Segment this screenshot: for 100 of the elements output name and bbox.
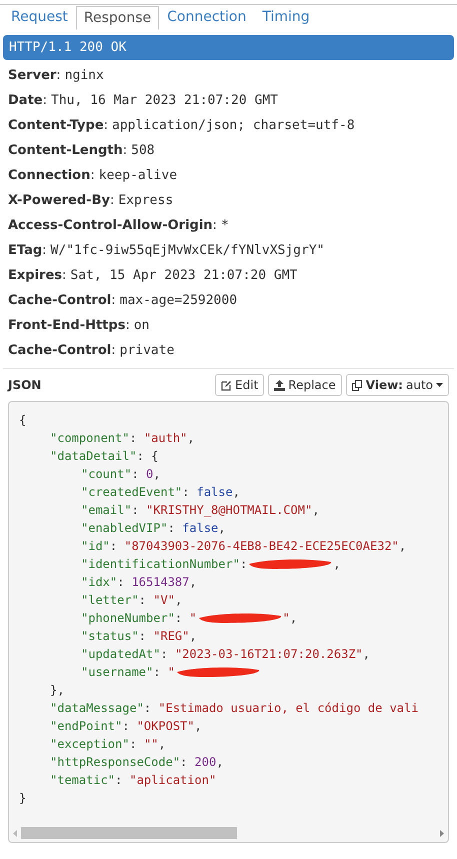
json-key: "identificationNumber"	[81, 555, 240, 573]
header-name: Content-Length	[8, 142, 123, 160]
tab[interactable]: Response	[76, 6, 160, 30]
json-punct: ,	[194, 718, 202, 735]
json-key: "component"	[50, 429, 130, 447]
json-key: "id"	[81, 537, 110, 555]
colon: :	[111, 342, 116, 360]
json-punct: ,	[232, 484, 240, 501]
tab[interactable]: Request	[3, 5, 76, 29]
json-key: "endPoint"	[50, 717, 122, 735]
header-value: on	[134, 316, 150, 335]
tab[interactable]: Connection	[159, 5, 254, 29]
header-value: nginx	[64, 66, 104, 85]
header-value: private	[120, 342, 174, 360]
colon: :	[62, 266, 66, 285]
edit-button[interactable]: Edit	[215, 374, 264, 396]
header-name: Date	[8, 92, 43, 110]
json-number: 0	[146, 466, 154, 483]
colon: :	[122, 142, 128, 160]
replace-button[interactable]: Replace	[268, 374, 342, 396]
json-punct: :	[117, 574, 126, 591]
json-number: 200	[194, 754, 216, 771]
header-value: W/"1fc-9iw55qEjMvWxCEk/fYNlvXSjgrY"	[50, 242, 324, 260]
json-number: 16514387	[132, 574, 190, 591]
json-key: "updatedAt"	[81, 645, 160, 663]
json-key: "status"	[81, 627, 139, 645]
json-string: "2023-03-16T21:07:20.263Z"	[174, 646, 363, 663]
json-punct: ,	[189, 628, 197, 645]
json-punct: },	[50, 682, 64, 699]
header-value: keep-alive	[98, 166, 178, 185]
upload-icon	[274, 380, 286, 390]
json-string: "OKPOST"	[136, 718, 194, 735]
json-punct: : {	[136, 448, 158, 465]
colon: :	[111, 292, 116, 310]
colon: :	[42, 92, 47, 110]
tab[interactable]: Timing	[254, 5, 318, 29]
colon: :	[125, 316, 130, 335]
json-punct: :	[144, 700, 152, 717]
json-string: "87043903-2076-4EB8-BE42-ECE25EC0AE32"	[124, 538, 399, 555]
edit-icon	[221, 380, 232, 390]
scroll-left-icon[interactable]	[13, 830, 17, 836]
json-punct: ,	[398, 538, 406, 555]
json-punct: :	[138, 592, 148, 609]
header-name: Connection	[8, 166, 90, 185]
json-punct: :	[240, 556, 248, 573]
json-punct: ,	[174, 592, 182, 609]
header-value: 508	[131, 142, 155, 160]
json-punct: :	[174, 610, 184, 627]
json-string: "	[168, 664, 175, 681]
copy-icon	[352, 380, 363, 390]
json-punct: :	[115, 772, 124, 789]
header-value: Sat, 15 Apr 2023 21:07:20 GMT	[70, 266, 298, 285]
json-punct: :	[160, 646, 169, 663]
json-punct: :	[138, 628, 148, 645]
json-key: "dataDetail"	[50, 447, 137, 465]
json-key: "letter"	[81, 591, 139, 609]
json-string: "V"	[153, 592, 175, 609]
json-punct: ,	[312, 502, 320, 519]
scrollbar-thumb[interactable]	[21, 827, 237, 839]
header-value: application/json; charset=utf-8	[112, 116, 355, 135]
json-key: "phoneNumber"	[81, 609, 175, 627]
header-value: max-age=2592000	[120, 292, 238, 310]
json-punct: ,	[189, 574, 197, 591]
header-name: X-Powered-By	[8, 192, 110, 210]
json-punct: :	[182, 484, 190, 501]
colon: :	[212, 216, 217, 235]
header-value: *	[220, 216, 229, 235]
json-punct: ,	[333, 556, 340, 573]
view-button[interactable]: View: auto	[346, 374, 449, 396]
header-name: Access-Control-Allow-Origin	[8, 216, 213, 235]
scroll-right-icon[interactable]	[440, 830, 444, 836]
json-punct: :	[132, 466, 140, 483]
colon: :	[56, 66, 61, 85]
caret-icon	[436, 383, 443, 387]
json-punct: :	[180, 754, 188, 771]
json-string: "aplication"	[129, 772, 216, 789]
colon: :	[90, 166, 95, 185]
json-string: "REG"	[153, 628, 190, 645]
json-string: "	[282, 610, 290, 627]
json-punct: ,	[290, 610, 298, 627]
json-key: "username"	[81, 663, 154, 681]
json-punct: }	[19, 790, 26, 807]
header-name: Cache-Control	[8, 292, 112, 310]
json-punct: {	[19, 412, 26, 429]
colon: :	[42, 242, 47, 260]
json-punct: ,	[153, 466, 160, 483]
json-key: "tematic"	[50, 771, 116, 789]
json-key: "idx"	[81, 573, 118, 591]
json-punct: :	[129, 430, 138, 447]
header-value: Express	[118, 192, 174, 210]
colon: :	[104, 116, 108, 135]
json-punct: ,	[187, 430, 195, 447]
json-string: ""	[144, 736, 158, 753]
header-value: Thu, 16 Mar 2023 21:07:20 GMT	[51, 92, 278, 110]
json-punct: ,	[158, 736, 166, 753]
json-key: "createdEvent"	[81, 483, 182, 501]
header-name: Content-Type	[8, 116, 104, 135]
json-punct: :	[153, 664, 162, 681]
colon: :	[110, 192, 114, 210]
json-key: "dataMessage"	[50, 699, 144, 717]
